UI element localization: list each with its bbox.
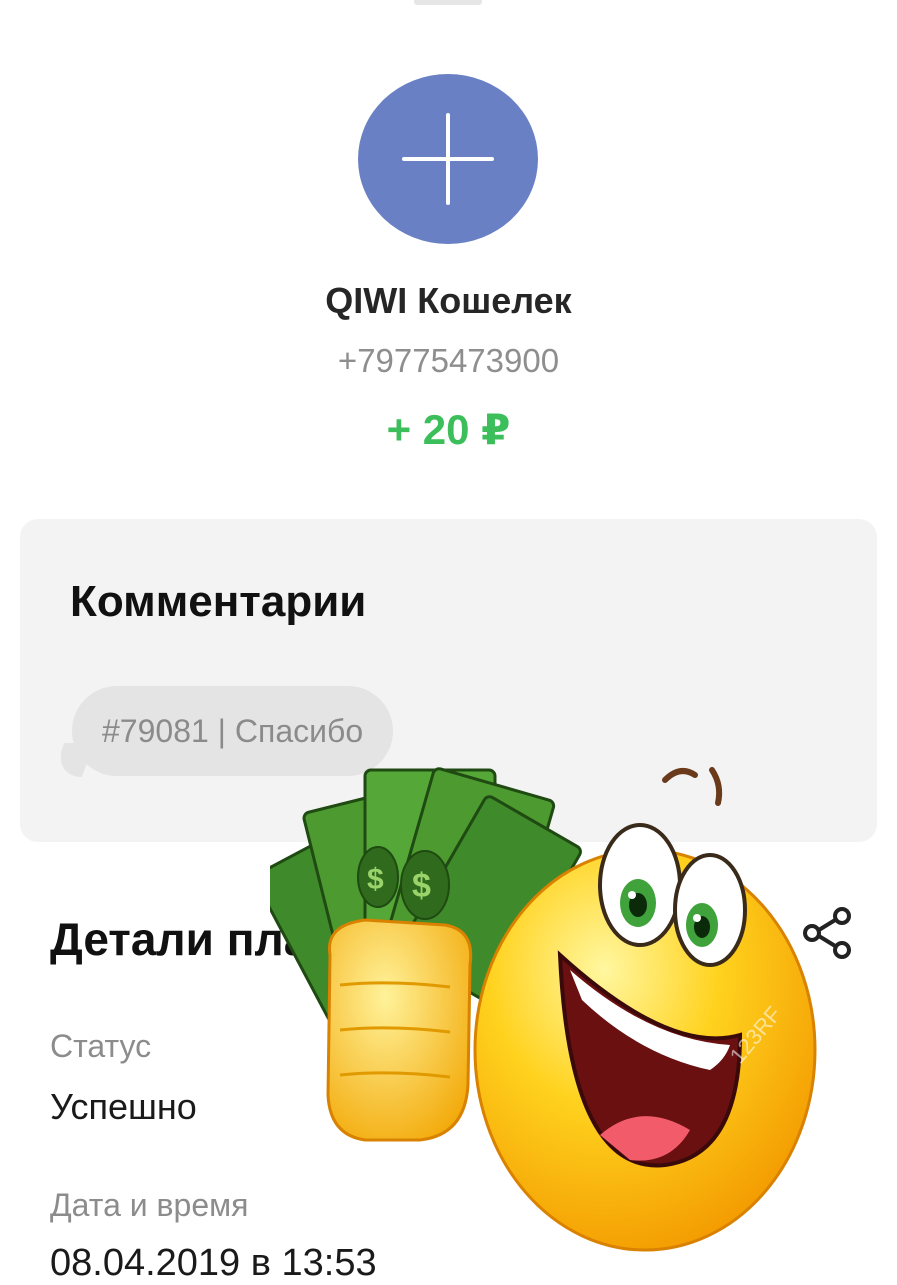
provider-name: QIWI Кошелек <box>325 280 572 321</box>
svg-text:$: $ <box>412 867 431 905</box>
date-label: Дата и время <box>50 1187 249 1223</box>
status-value: Успешно <box>50 1086 197 1127</box>
payment-amount: + 20 ₽ <box>386 406 511 453</box>
status-label: Статус <box>50 1028 152 1064</box>
svg-text:$: $ <box>367 863 384 896</box>
drag-handle[interactable] <box>414 0 482 5</box>
emoji-with-money-icon: $ $ 123RF <box>270 767 817 1252</box>
provider-account: +79775473900 <box>337 342 560 379</box>
provider-avatar <box>358 74 538 244</box>
comments-title: Комментарии <box>70 577 367 626</box>
